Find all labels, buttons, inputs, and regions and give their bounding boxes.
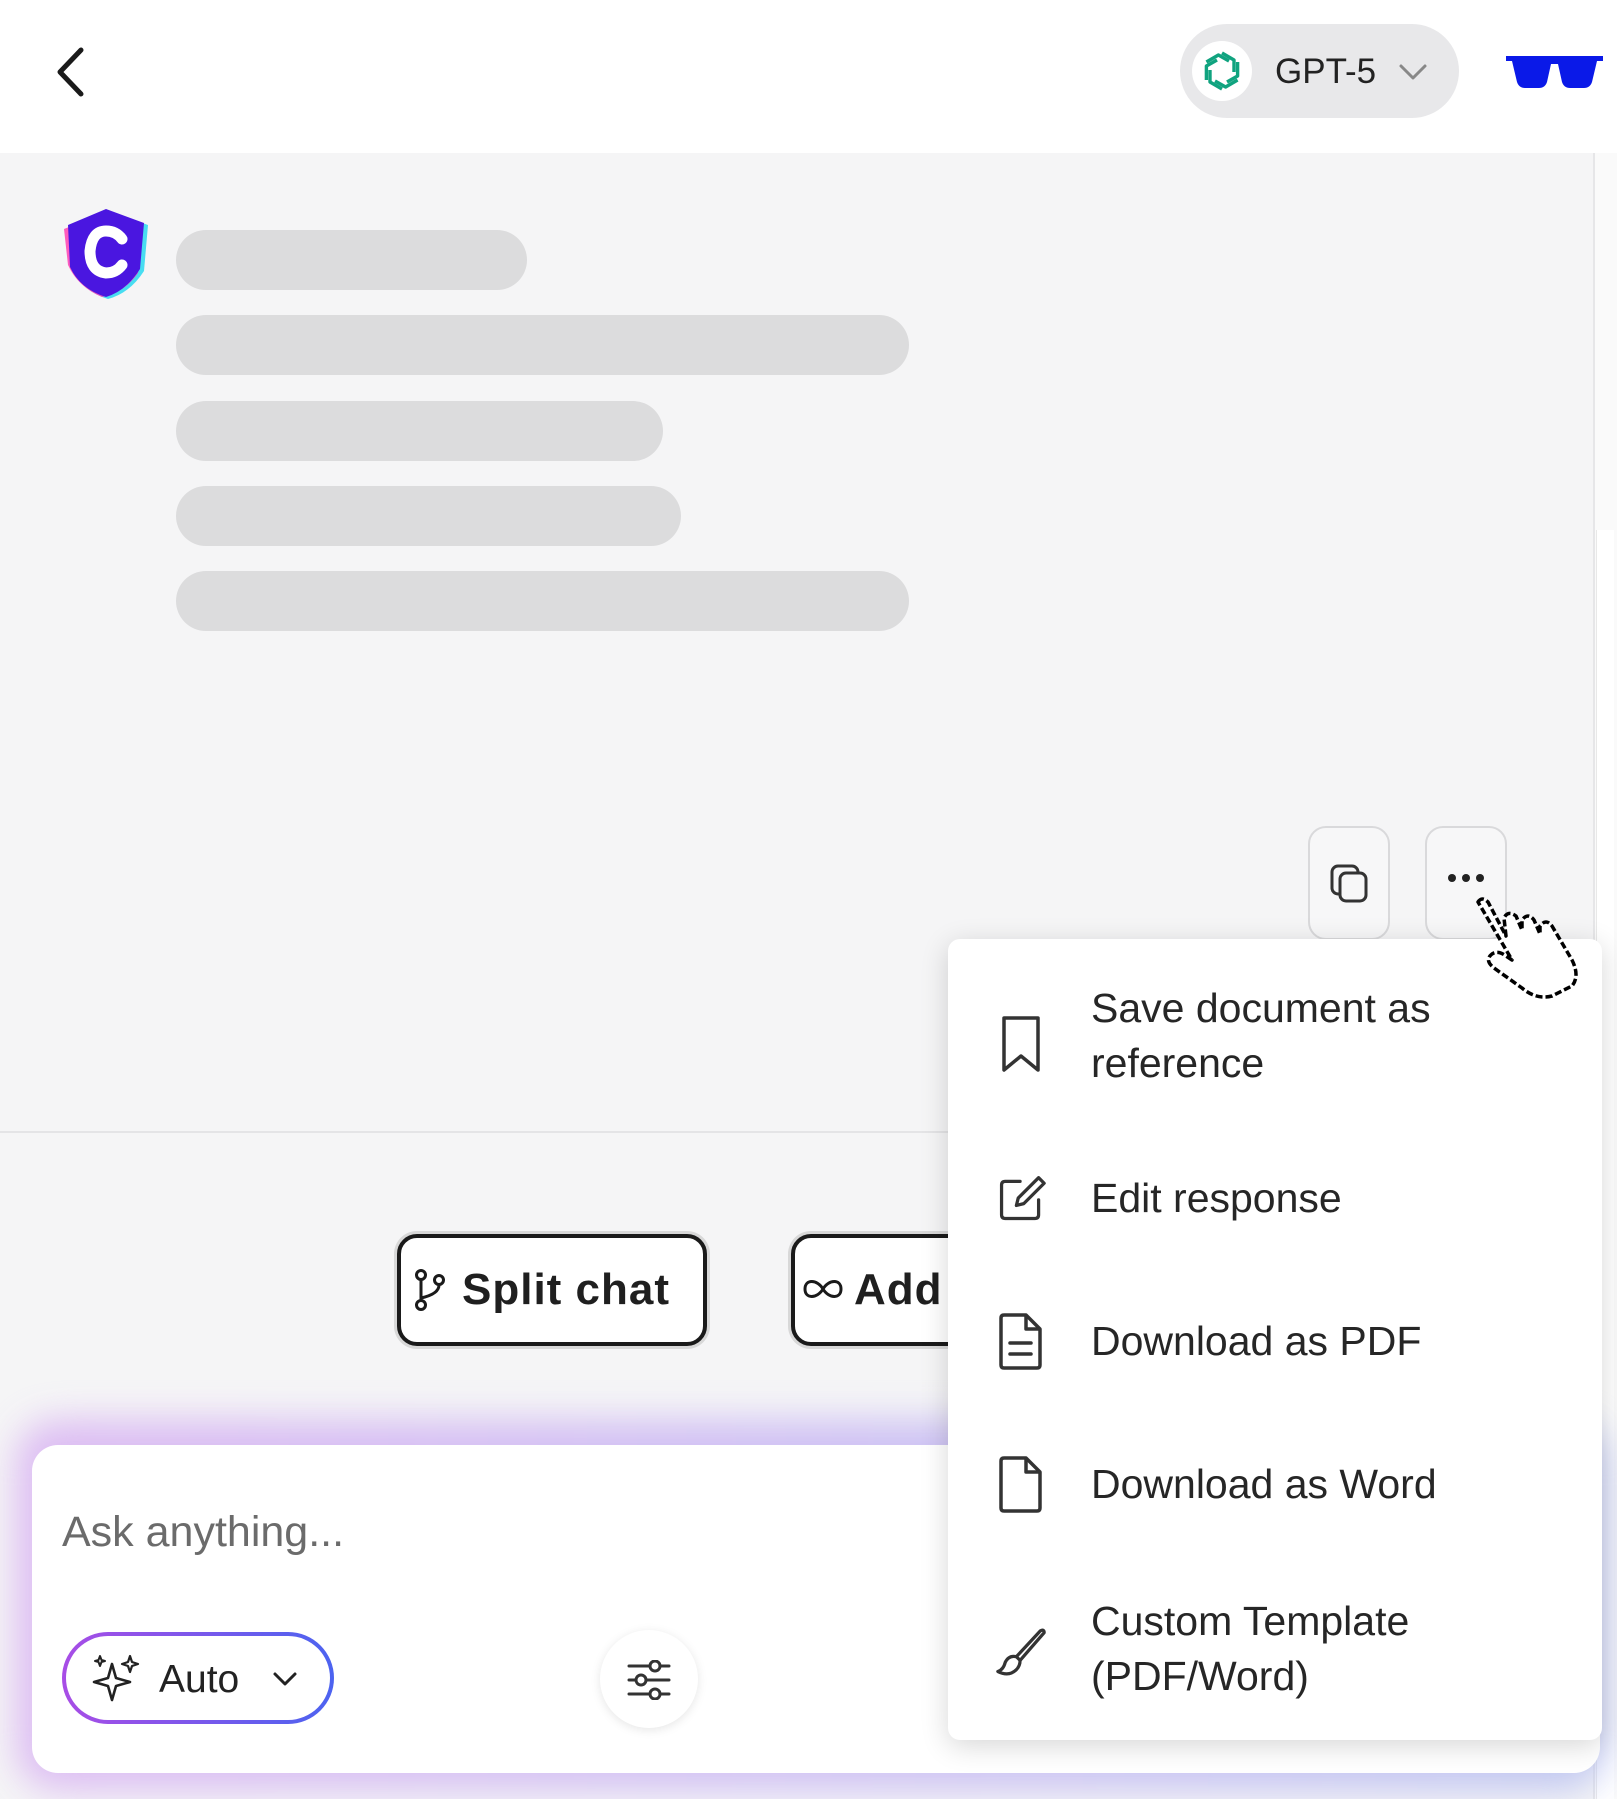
sparkles-icon — [92, 1654, 140, 1702]
more-options-menu: Save document as reference Edit response… — [948, 939, 1602, 1740]
message-input[interactable]: Ask anything... — [62, 1508, 344, 1557]
menu-item-edit-response[interactable]: Edit response — [948, 1159, 1602, 1249]
top-bar: GPT-5 — [0, 0, 1617, 153]
chevron-left-icon — [57, 47, 84, 97]
split-chat-label: Split chat — [462, 1265, 671, 1314]
git-branch-icon — [415, 1269, 445, 1311]
more-horizontal-icon — [1448, 874, 1484, 882]
sunglasses-icon[interactable] — [1504, 52, 1605, 92]
menu-item-label: Download as Word — [1091, 1461, 1437, 1507]
copy-button[interactable] — [1308, 826, 1390, 940]
loading-skeleton-line — [176, 401, 663, 461]
back-button[interactable] — [48, 42, 98, 102]
menu-item-label: Edit response — [1091, 1175, 1342, 1221]
edit-icon — [999, 1176, 1046, 1221]
file-text-icon — [999, 1313, 1042, 1370]
model-selector[interactable]: GPT-5 — [1180, 24, 1459, 118]
infinity-icon — [803, 1280, 843, 1298]
c-logo-icon — [64, 209, 148, 299]
add-label: Add — [854, 1265, 943, 1314]
split-chat-button[interactable]: Split chat — [397, 1234, 707, 1346]
hand-pointer-cursor — [1476, 897, 1578, 999]
menu-item-download-word[interactable]: Download as Word — [948, 1444, 1602, 1534]
mode-selector-button[interactable]: Auto — [62, 1632, 334, 1724]
openai-logo-icon — [1192, 41, 1252, 101]
menu-item-custom-template[interactable]: Custom Template (PDF/Word) — [948, 1579, 1602, 1719]
menu-item-download-pdf[interactable]: Download as PDF — [948, 1301, 1602, 1391]
loading-skeleton-line — [176, 230, 527, 290]
chevron-down-icon — [1399, 64, 1427, 80]
loading-skeleton-line — [176, 486, 681, 546]
loading-skeleton-line — [176, 315, 909, 375]
mode-label: Auto — [159, 1658, 240, 1701]
bookmark-icon — [1002, 1016, 1040, 1072]
file-icon — [999, 1456, 1042, 1513]
settings-sliders-button[interactable] — [600, 1630, 698, 1728]
menu-item-label: Custom Template (PDF/Word) — [1091, 1598, 1410, 1699]
menu-item-label: Download as PDF — [1091, 1318, 1422, 1364]
copy-icon — [1330, 864, 1368, 903]
sliders-icon — [627, 1660, 671, 1700]
brush-icon — [996, 1628, 1046, 1676]
chevron-down-icon — [273, 1672, 297, 1686]
model-label: GPT-5 — [1275, 52, 1377, 91]
loading-skeleton-line — [176, 571, 909, 631]
